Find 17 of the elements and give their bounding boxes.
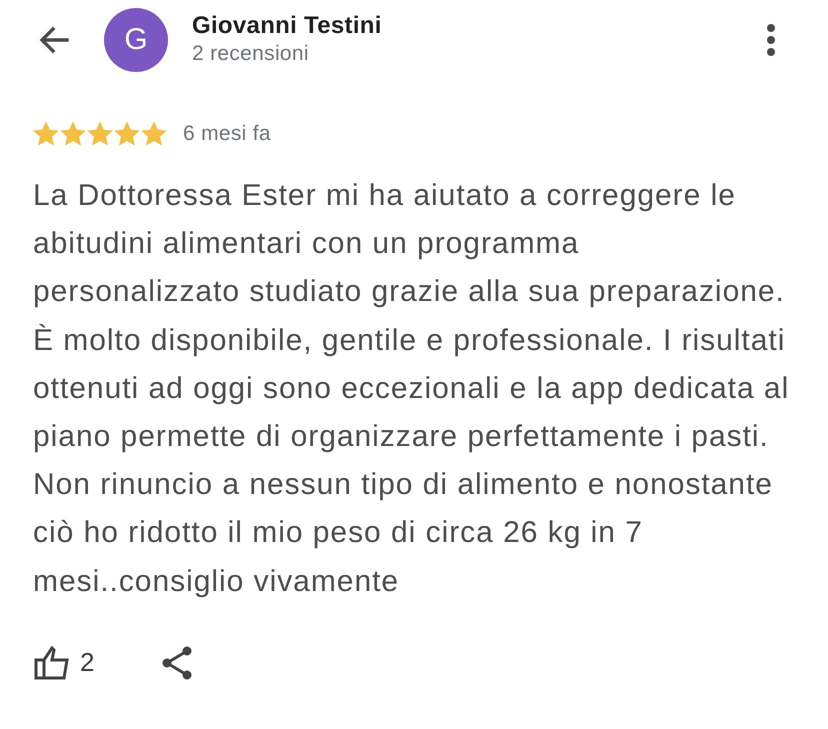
share-icon [160, 646, 194, 680]
more-options-icon [765, 23, 777, 57]
review-time: 6 mesi fa [183, 122, 271, 146]
review-count: 2 recensioni [192, 41, 309, 67]
star-icon [60, 121, 86, 146]
review-text: La Dottoressa Ester mi ha aiutato a correggere le abitudini alimentari con un programma personalizzato studiato grazie alla sua preparazione. È molto disponibile, gentile e professionale. I risultati ottenuti ad oggi sono eccezionali e la app dedicata al piano permette di organizzare perfettamente i pasti. Non rinuncio a nessun tipo di alimento e nonostante ciò ho ridotto il mio peso di circa 26 kg in 7 mesi..consiglio vivamente [33, 178, 790, 600]
reviewer-name[interactable]: Giovanni Testini [192, 11, 382, 41]
star-icon [141, 121, 167, 146]
star-icon [87, 121, 113, 146]
star-icon [33, 121, 59, 146]
like-button[interactable]: 2 [34, 646, 94, 680]
share-button[interactable] [160, 646, 194, 680]
more-options-button[interactable] [765, 23, 777, 57]
star-icon [114, 121, 140, 146]
like-count: 2 [80, 647, 94, 678]
avatar[interactable]: G [104, 8, 168, 72]
thumbs-up-icon [34, 646, 70, 680]
